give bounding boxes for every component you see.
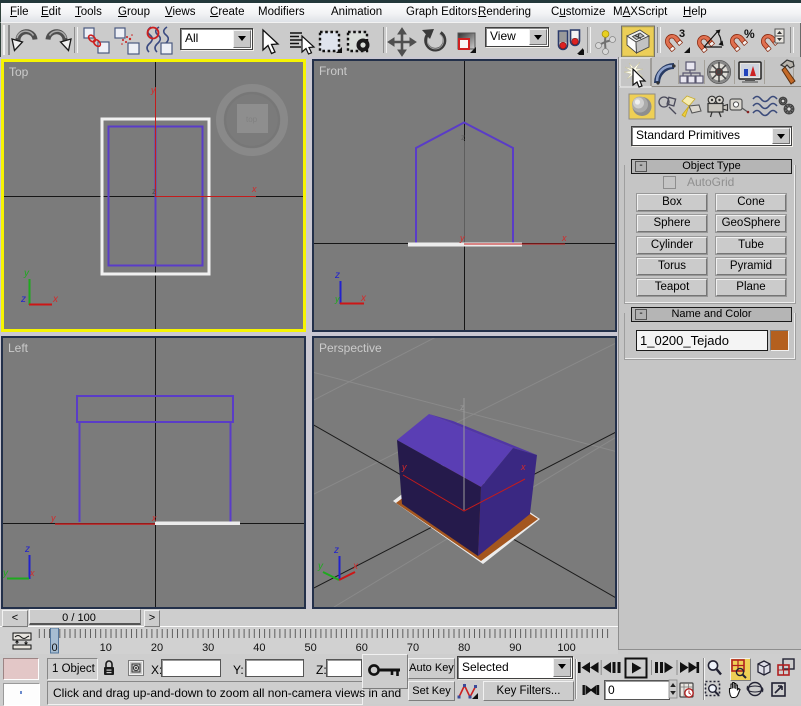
- svg-text:100: 100: [557, 642, 575, 654]
- svg-text:0: 0: [51, 642, 57, 654]
- svg-text:90: 90: [509, 642, 521, 654]
- svg-text:z: z: [460, 403, 464, 412]
- svg-text:z: z: [334, 270, 340, 281]
- svg-text:50: 50: [304, 642, 316, 654]
- svg-text:y: y: [50, 513, 56, 523]
- svg-text:40: 40: [253, 642, 265, 654]
- svg-text:y: y: [150, 85, 156, 95]
- svg-text:y: y: [317, 561, 324, 572]
- svg-text:70: 70: [407, 642, 419, 654]
- svg-text:3: 3: [679, 28, 685, 40]
- svg-text:y: y: [3, 568, 9, 579]
- svg-text:x: x: [520, 462, 526, 472]
- svg-text:z: z: [333, 545, 339, 556]
- svg-text:30: 30: [202, 642, 214, 654]
- svg-text:%: %: [744, 27, 755, 41]
- svg-text:20: 20: [151, 642, 163, 654]
- svg-text:10: 10: [100, 642, 112, 654]
- svg-text:x: x: [561, 233, 567, 243]
- svg-text:y: y: [401, 462, 407, 472]
- svg-text:80: 80: [458, 642, 470, 654]
- svg-text:x: x: [52, 294, 59, 305]
- svg-text:top: top: [246, 115, 258, 124]
- svg-text:x: x: [29, 568, 35, 578]
- svg-text:x: x: [251, 184, 257, 194]
- svg-text:z: z: [20, 294, 26, 305]
- svg-text:y: y: [334, 294, 340, 304]
- svg-text:y: y: [23, 268, 30, 279]
- svg-text:x: x: [151, 513, 157, 523]
- svg-text:z: z: [24, 544, 30, 555]
- svg-text:z: z: [461, 133, 465, 142]
- svg-text:x: x: [352, 561, 359, 572]
- svg-text:x: x: [360, 293, 367, 304]
- svg-text:y: y: [459, 233, 465, 243]
- svg-text:z: z: [152, 187, 156, 196]
- svg-text:60: 60: [356, 642, 368, 654]
